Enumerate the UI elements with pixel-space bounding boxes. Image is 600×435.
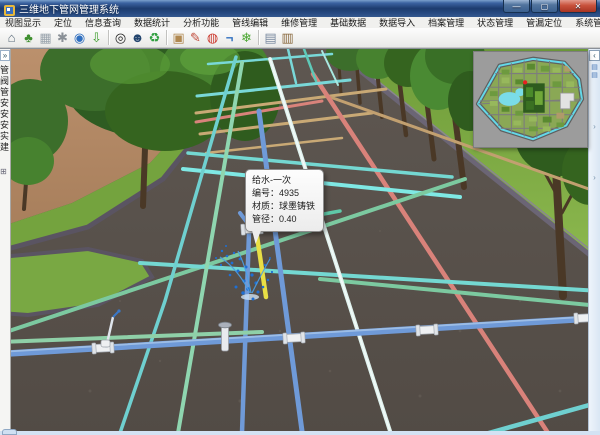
import-icon[interactable]: ⇩	[88, 29, 105, 46]
panel-mini-icon: ▤	[591, 64, 598, 72]
map-icon[interactable]: ▦	[37, 29, 54, 46]
package-icon[interactable]: ▣	[170, 29, 187, 46]
faucet-icon[interactable]: ¬	[221, 29, 238, 46]
layer-item[interactable]: 阀	[0, 76, 11, 87]
title-bar[interactable]: 三维地下管网管理系统 — ▢ ✕	[0, 0, 600, 17]
horizontal-scrollbar-handle[interactable]	[2, 429, 17, 435]
lifebuoy-icon[interactable]: ◍	[204, 29, 221, 46]
tooltip-pipe-type: 给水-一次	[252, 174, 318, 187]
record-icon[interactable]: ◎	[112, 29, 129, 46]
minimap-position-marker	[523, 80, 527, 84]
app-icon	[4, 3, 15, 14]
layer-item[interactable]: 实	[0, 131, 11, 142]
gear-icon[interactable]: ✱	[54, 29, 71, 46]
globe-icon[interactable]: ◉	[71, 29, 88, 46]
chevron-right-icon[interactable]: ›	[593, 173, 596, 182]
expand-left-panel-button[interactable]: »	[0, 50, 10, 61]
home-icon[interactable]: ⌂	[3, 29, 20, 46]
panel-mini-icon: ▤	[591, 72, 598, 80]
close-button[interactable]: ✕	[559, 0, 597, 13]
toolbar-separator	[166, 30, 167, 45]
tooltip-pipe-id: 编号：4935	[252, 187, 318, 200]
minimize-button[interactable]: —	[503, 0, 530, 13]
viewport-3d[interactable]: » 管 阀 管 安 安 安 实 建 ⊞ ‹ ▤ ▤ › ›	[0, 48, 600, 435]
book-icon[interactable]: ▥	[279, 29, 296, 46]
refresh-icon[interactable]: ♻	[146, 29, 163, 46]
layer-item[interactable]: 管	[0, 87, 11, 98]
right-panel-collapsed[interactable]: ‹ ▤ ▤ › ›	[588, 49, 600, 435]
tree-icon[interactable]: ♣	[20, 29, 37, 46]
minimap[interactable]	[473, 51, 588, 148]
doc-icon[interactable]: ▤	[262, 29, 279, 46]
menu-bar: 视图显示 定位 信息查询 数据统计 分析功能 管线编辑 维修管理 基础数据 数据…	[0, 17, 600, 28]
toolbar-separator	[258, 30, 259, 45]
left-panel-collapsed[interactable]: » 管 阀 管 安 安 安 实 建 ⊞	[0, 49, 11, 435]
layer-item[interactable]: 安	[0, 98, 11, 109]
horizontal-scrollbar[interactable]	[0, 431, 600, 435]
tooltip-pipe-material: 材质：球墨铸铁	[252, 200, 318, 213]
snowflake-icon[interactable]: ❄	[238, 29, 255, 46]
layer-item[interactable]: 安	[0, 120, 11, 131]
expand-node-icon[interactable]: ⊞	[0, 167, 10, 176]
expand-right-panel-button[interactable]: ‹	[589, 50, 600, 61]
tooltip-pipe-diameter: 管径：0.40	[252, 213, 318, 226]
toolbar-separator	[108, 30, 109, 45]
layer-item[interactable]: 安	[0, 109, 11, 120]
app-window: 三维地下管网管理系统 — ▢ ✕ 视图显示 定位 信息查询 数据统计 分析功能 …	[0, 0, 600, 435]
user-icon[interactable]: ☻	[129, 29, 146, 46]
window-title: 三维地下管网管理系统	[19, 1, 119, 16]
maximize-button[interactable]: ▢	[531, 0, 558, 13]
edit-icon[interactable]: ✎	[187, 29, 204, 46]
layer-item[interactable]: 管	[0, 65, 11, 76]
pipe-info-tooltip: 给水-一次 编号：4935 材质：球墨铸铁 管径：0.40	[245, 169, 324, 232]
chevron-right-icon[interactable]: ›	[593, 122, 596, 131]
layer-item[interactable]: 建	[0, 142, 11, 153]
toolbar: ⌂ ♣ ▦ ✱ ◉ ⇩ ◎ ☻ ♻ ▣ ✎ ◍ ¬ ❄ ▤ ▥	[0, 28, 600, 48]
